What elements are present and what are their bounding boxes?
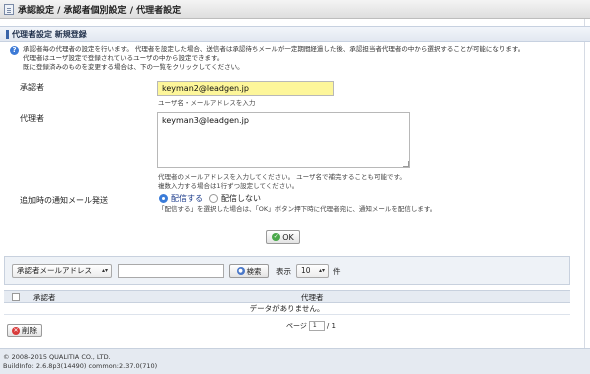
col-approver[interactable]: 承認者 xyxy=(33,292,56,303)
count-select[interactable]: 10 ▴▾ xyxy=(296,264,329,278)
count-unit: 件 xyxy=(333,267,341,276)
section-title: 代理者設定 新規登録 xyxy=(12,29,87,39)
notify-off-label[interactable]: 配信しない xyxy=(221,193,261,204)
table-header: 承認者 代理者 xyxy=(4,290,570,303)
search-button[interactable]: ● 検索 xyxy=(229,264,269,278)
pager: ページ 1 / 1 xyxy=(286,321,336,331)
approver-hint: ユーザ名・メールアドレスを入力 xyxy=(158,99,256,107)
breadcrumb: 承認設定 / 承認者個別設定 / 代理者設定 xyxy=(18,5,182,16)
build-info: BuildInfo: 2.6.8p3(14490) common:2.37.0(… xyxy=(3,361,158,370)
delete-button[interactable]: ✕ 削除 xyxy=(7,324,42,337)
select-all-checkbox[interactable] xyxy=(12,293,20,301)
search-field-value: 承認者メールアドレス xyxy=(17,266,92,275)
section-header: 代理者設定 新規登録 xyxy=(0,26,590,42)
copyright: © 2008-2015 QUALITIA CO., LTD. xyxy=(3,353,111,361)
ok-button[interactable]: ✓ OK xyxy=(266,230,300,244)
check-icon: ✓ xyxy=(272,233,281,241)
proxy-hint-1: 代理者のメールアドレスを入力してください。 ユーザ名で補完することも可能です。 xyxy=(158,173,406,181)
notify-off-radio[interactable] xyxy=(209,194,218,203)
page-label: ページ xyxy=(286,322,307,330)
col-proxy[interactable]: 代理者 xyxy=(301,292,324,303)
count-value: 10 xyxy=(301,266,311,275)
page-total: / 1 xyxy=(326,322,336,330)
select-caret-icon: ▴▾ xyxy=(101,267,108,274)
proxy-label: 代理者 xyxy=(20,114,44,123)
search-bar: 承認者メールアドレス ▴▾ ● 検索 表示 10 ▴▾ 件 xyxy=(4,256,570,285)
notify-hint: 「配信する」を選択した場合は、「OK」ボタン押下時に代理者宛に、通知メールを配信… xyxy=(158,205,437,213)
info-icon: ? xyxy=(10,46,19,55)
proxy-textarea[interactable]: keyman3@leadgen.jp xyxy=(157,112,410,168)
footer: © 2008-2015 QUALITIA CO., LTD. BuildInfo… xyxy=(0,348,590,374)
select-caret-icon: ▴▾ xyxy=(318,267,325,274)
help-line: 代理者はユーザ設定で登録されているユーザの中から設定できます。 xyxy=(23,54,224,62)
delete-icon: ✕ xyxy=(12,326,20,335)
notify-on-label[interactable]: 配信する xyxy=(171,193,203,204)
empty-message: データがありません。 xyxy=(4,303,570,315)
notify-radio-group: 配信する 配信しない xyxy=(159,193,267,204)
section-accent xyxy=(6,30,9,39)
page-select[interactable]: 1 xyxy=(308,321,325,331)
search-input[interactable] xyxy=(118,264,224,278)
notify-label: 追加時の通知メール発送 xyxy=(20,196,108,205)
resize-grip-icon[interactable] xyxy=(403,161,409,167)
approver-input[interactable] xyxy=(157,81,334,96)
window-titlebar: 承認設定 / 承認者個別設定 / 代理者設定 xyxy=(0,0,590,19)
delete-button-label: 削除 xyxy=(22,326,37,335)
proxy-hint-2: 複数入力する場合は1行ずつ設定してください。 xyxy=(158,182,299,190)
search-button-label: 検索 xyxy=(246,266,262,276)
ok-button-label: OK xyxy=(282,232,294,242)
approver-label: 承認者 xyxy=(20,83,44,92)
search-field-select[interactable]: 承認者メールアドレス ▴▾ xyxy=(12,264,112,278)
display-label: 表示 xyxy=(276,267,291,276)
notify-on-radio[interactable] xyxy=(159,194,168,203)
search-icon: ● xyxy=(236,267,245,275)
help-line: 承認者毎の代理者の設定を行います。 代理者を設定した場合、送信者は承認待ちメール… xyxy=(23,45,525,53)
document-icon xyxy=(4,3,14,15)
help-text: ? 承認者毎の代理者の設定を行います。 代理者を設定した場合、送信者は承認待ちメ… xyxy=(10,45,585,72)
help-line: 既に登録済みのものを変更する場合は、下の一覧をクリックしてください。 xyxy=(23,63,244,71)
